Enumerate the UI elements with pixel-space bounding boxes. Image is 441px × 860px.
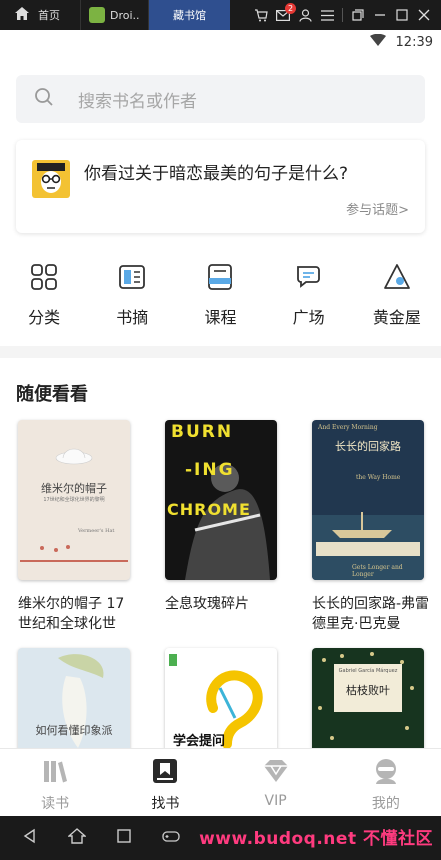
menu-icon[interactable] [320,8,334,22]
grid-icon [31,264,57,290]
category-item-square[interactable]: 广场 [265,262,353,332]
app-tab-label: Droi.. [110,8,140,22]
nav-label: VIP [264,793,287,809]
chat-icon [296,266,320,288]
cover-english-mid: the Way Home [356,474,401,481]
nav-label: 读书 [41,796,70,812]
cover-line-3: CHROME [167,500,251,519]
topic-avatar [32,160,70,198]
book-cover: And Every Morning 长长的回家路 the Way Home Ge… [312,420,424,580]
category-label: 书摘 [116,308,149,327]
cover-title: 枯枝败叶 [346,684,390,697]
gold-house-icon [383,264,410,289]
restore-icon[interactable] [351,8,365,22]
android-status-bar: 12:39 [0,30,441,54]
search-icon [34,87,54,111]
active-tab[interactable]: 藏书馆 [148,0,230,30]
minimize-icon[interactable] [373,8,387,22]
book-cover: BURN -ING CHROME [165,420,277,580]
search-bar[interactable]: 搜索书名或作者 [16,75,425,123]
course-icon [208,264,233,290]
maximize-icon[interactable] [395,8,409,22]
wifi-icon [369,33,386,50]
home-button-icon[interactable] [67,828,87,848]
book-cover: 维米尔的帽子 17世纪和全球化世界的黎明 Vermeer's Hat [18,420,130,580]
back-icon[interactable] [22,828,38,848]
watermark: www.budoq.net 不懂社区 [199,829,433,849]
close-icon[interactable] [417,8,431,22]
recents-icon[interactable] [116,828,132,848]
nav-item-vip[interactable]: VIP [221,749,331,816]
category-label: 黄金屋 [372,308,421,327]
app-tab[interactable]: Droi.. [80,0,148,30]
category-item-gold-house[interactable]: 黄金屋 [353,262,441,332]
topic-card[interactable]: 你看过关于暗恋最美的句子是什么? 参与话题> [16,140,425,233]
cover-english-bottom: Gets Longer and Longer [352,564,403,578]
user-icon[interactable] [298,8,312,22]
cover-title: 长长的回家路 [335,440,401,453]
bottom-navigation: 读书 找书 VIP 我的 [0,748,441,816]
cover-title: 维米尔的帽子 [41,482,107,495]
cover-title: 如何看懂印象派 [35,724,113,737]
bookmark-book-icon [153,759,178,783]
mail-badge: 2 [285,3,296,14]
nav-label: 我的 [371,796,400,812]
home-tab[interactable]: 首页 [0,0,80,30]
diamond-icon [263,760,288,782]
category-item-course[interactable]: 课程 [176,262,264,332]
book-card[interactable]: And Every Morning 长长的回家路 the Way Home Ge… [312,420,429,634]
category-item-excerpt[interactable]: 书摘 [88,262,176,332]
nav-item-read[interactable]: 读书 [0,749,110,816]
book-card[interactable]: BURN -ING CHROME 全息玫瑰碎片 [165,420,277,614]
excerpt-icon [119,265,146,289]
section-divider [0,346,441,358]
category-label: 广场 [292,308,325,327]
book-title: 全息玫瑰碎片 [165,596,249,612]
cover-subtitle: 17世纪和全球化世界的黎明 [43,497,105,503]
book-title: 维米尔的帽子 17世纪和全球化世 [18,596,125,632]
gamepad-icon[interactable] [162,828,180,848]
mail-icon[interactable]: 2 [276,3,296,22]
join-topic-link[interactable]: 参与话题> [346,199,409,218]
home-icon [14,6,30,24]
book-card[interactable]: 维米尔的帽子 17世纪和全球化世界的黎明 Vermeer's Hat 维米尔的帽… [18,420,130,634]
cover-author: Gabriel García Márquez [338,668,398,674]
cover-title: 学会提问 [173,734,226,749]
cover-line-1: BURN [171,422,234,442]
books-icon [44,761,68,783]
topic-question: 你看过关于暗恋最美的句子是什么? [84,164,349,184]
cover-english-title: Vermeer's Hat [78,528,115,534]
cart-icon[interactable] [254,8,268,22]
nav-label: 找书 [151,796,180,812]
home-tab-label: 首页 [38,9,60,22]
section-title: 随便看看 [16,384,88,405]
emulator-top-bar: 首页 Droi.. 藏书馆 2 [0,0,441,30]
nav-item-find-book[interactable]: 找书 [110,749,220,816]
profile-icon [375,759,396,784]
toolbar-divider [342,8,343,22]
clock: 12:39 [395,34,433,50]
nav-item-profile[interactable]: 我的 [331,749,441,816]
category-item-classify[interactable]: 分类 [0,262,88,332]
category-row: 分类 书摘 课程 广场 黄金屋 [0,262,441,332]
cover-line-2: -ING [185,460,235,480]
book-title: 长长的回家路-弗雷德里克·巴克曼 [312,596,430,632]
active-tab-label: 藏书馆 [173,9,206,22]
category-label: 课程 [204,308,237,327]
category-label: 分类 [28,308,61,327]
search-placeholder: 搜索书名或作者 [78,91,197,112]
cover-english-top: And Every Morning [318,424,378,431]
android-app-icon [89,7,105,23]
